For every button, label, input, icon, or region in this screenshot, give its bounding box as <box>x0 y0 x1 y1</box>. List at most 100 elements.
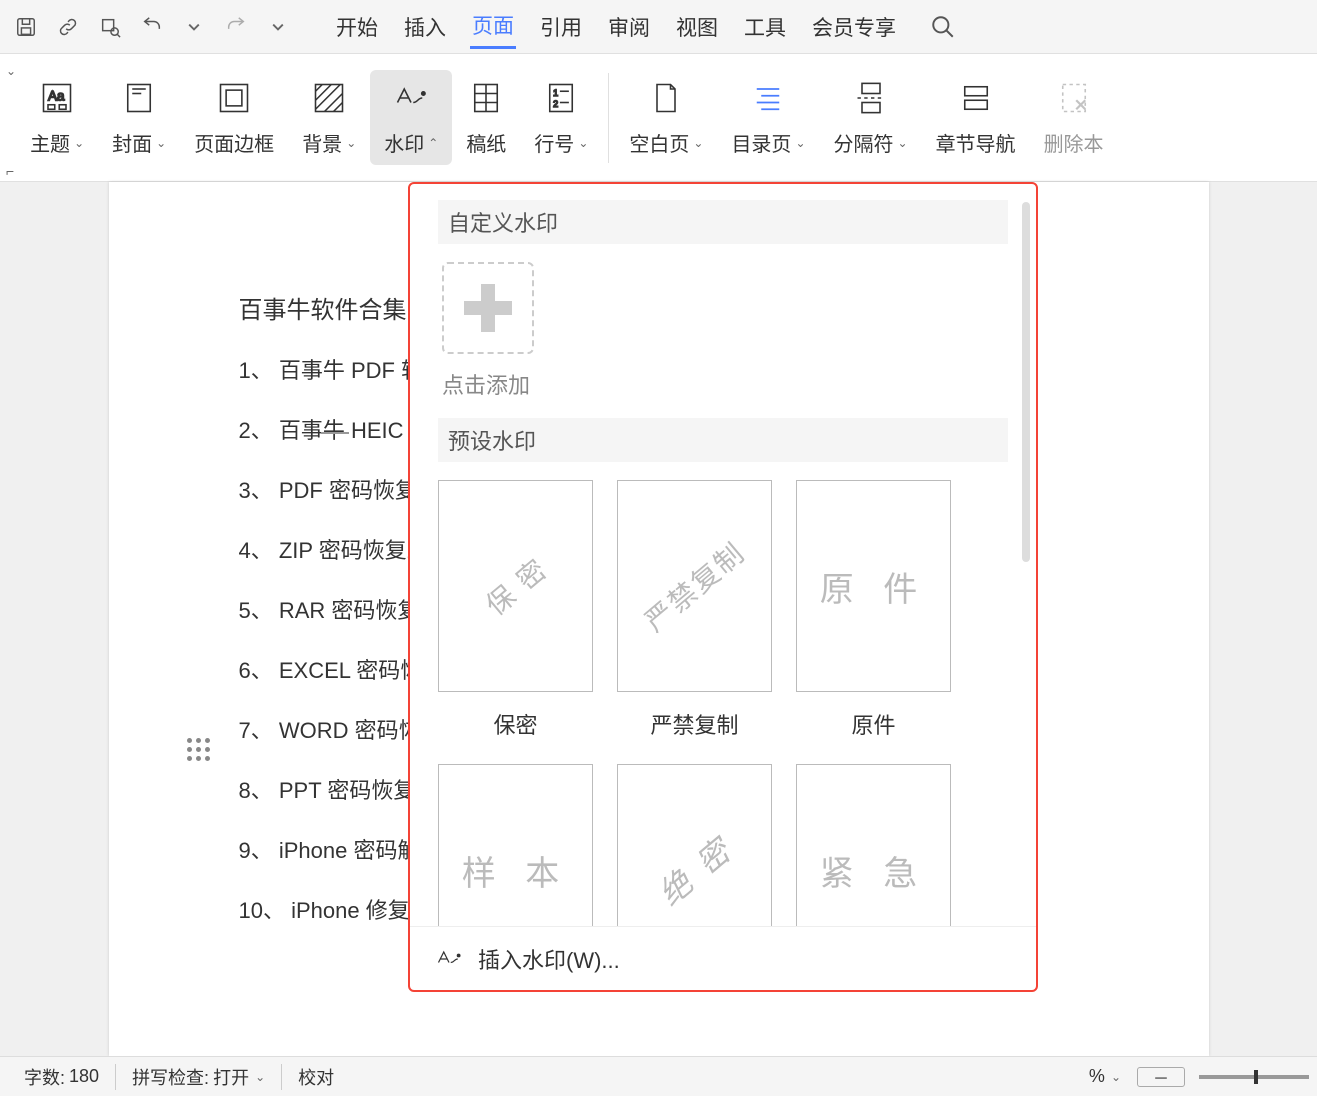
ribbon-background-label: 背景 <box>302 128 342 157</box>
svg-text:Aa: Aa <box>48 88 65 103</box>
tab-reference[interactable]: 引用 <box>538 6 584 48</box>
preset-no-copy[interactable]: 严禁复制 严禁复制 <box>617 480 772 740</box>
ribbon-grid-paper[interactable]: 稿纸 <box>452 70 520 165</box>
ribbon-delete[interactable]: 删除本 <box>1030 70 1118 165</box>
ribbon-linenumber-label: 行号 <box>534 128 574 157</box>
insert-watermark-button[interactable]: 插入水印(W)... <box>410 926 1036 990</box>
word-count-value: 180 <box>69 1066 99 1087</box>
zoom-slider[interactable] <box>1199 1075 1309 1079</box>
quick-access-toolbar <box>14 15 290 39</box>
spell-state: 打开 <box>213 1064 249 1090</box>
preset-thumb: 严禁复制 <box>617 480 772 692</box>
undo-icon[interactable] <box>140 15 164 39</box>
zoom-controls: － <box>1137 1067 1309 1087</box>
chevron-down-icon: ⌄ <box>346 136 356 150</box>
ribbon: ⌄ ⌐ Aa 主题⌄ 封面⌄ 页面边框 背景⌄ 水印⌃ 稿纸 12 行号⌄ 空白… <box>0 54 1317 182</box>
preset-section-title: 预设水印 <box>438 418 1008 462</box>
theme-icon: Aa <box>37 78 77 118</box>
search-button[interactable] <box>930 14 956 40</box>
plus-icon <box>464 284 512 332</box>
blank-page-icon <box>646 78 686 118</box>
ribbon-border-label: 页面边框 <box>194 128 274 157</box>
save-icon[interactable] <box>14 15 38 39</box>
separator-icon <box>851 78 891 118</box>
add-watermark-label: 点击添加 <box>442 368 530 400</box>
tab-member[interactable]: 会员专享 <box>810 6 898 48</box>
preset-label: 原件 <box>851 708 895 740</box>
menu-tabs: 开始 插入 页面 引用 审阅 视图 工具 会员专享 <box>334 4 898 49</box>
chevron-down-icon: ⌄ <box>693 136 703 150</box>
preset-label: 保密 <box>493 708 537 740</box>
chevron-down-icon[interactable]: ⌄ <box>6 64 16 78</box>
insert-watermark-label: 插入水印(W)... <box>478 943 620 975</box>
tab-page[interactable]: 页面 <box>470 4 516 49</box>
statusbar: 字数: 180 拼写检查: 打开 ⌄ 校对 % ⌄ － <box>0 1056 1317 1096</box>
chevron-down-icon: ⌄ <box>898 136 908 150</box>
tab-review[interactable]: 审阅 <box>606 6 652 48</box>
status-word-count[interactable]: 字数: 180 <box>8 1064 115 1090</box>
preset-urgent[interactable]: 紧 急 <box>796 764 951 926</box>
line-number-icon: 12 <box>541 78 581 118</box>
separator <box>608 73 609 163</box>
scrollbar[interactable] <box>1022 202 1030 562</box>
border-icon <box>214 78 254 118</box>
ribbon-chapternav-label: 章节导航 <box>936 128 1016 157</box>
chevron-up-icon: ⌃ <box>428 136 438 150</box>
ribbon-toc-label: 目录页 <box>731 128 791 157</box>
proof-label: 校对 <box>298 1064 334 1090</box>
search-icon <box>930 14 956 40</box>
svg-text:1: 1 <box>553 88 558 98</box>
chevron-down-icon[interactable] <box>182 15 206 39</box>
cursor-mark <box>321 432 349 434</box>
chevron-down-icon: ⌄ <box>74 136 84 150</box>
preset-confidential[interactable]: 保 密 保密 <box>438 480 593 740</box>
tab-view[interactable]: 视图 <box>674 6 720 48</box>
chevron-down-icon[interactable] <box>266 15 290 39</box>
tab-insert[interactable]: 插入 <box>402 6 448 48</box>
ribbon-gridpaper-label: 稿纸 <box>466 128 506 157</box>
preset-thumb: 绝 密 <box>617 764 772 926</box>
preset-label: 严禁复制 <box>650 708 738 740</box>
delete-page-icon <box>1054 78 1094 118</box>
ribbon-background[interactable]: 背景 ⌄ <box>288 70 370 165</box>
grid-paper-icon <box>466 78 506 118</box>
chevron-down-icon[interactable]: ⌄ <box>1111 1070 1121 1084</box>
zoom-out-button[interactable]: － <box>1137 1067 1185 1087</box>
preset-thumb: 原 件 <box>796 480 951 692</box>
redo-icon[interactable] <box>224 15 248 39</box>
status-proof[interactable]: 校对 <box>281 1064 350 1090</box>
tab-start[interactable]: 开始 <box>334 6 380 48</box>
svg-text:2: 2 <box>553 99 558 109</box>
ribbon-theme[interactable]: Aa 主题⌄ <box>16 70 98 165</box>
ribbon-chapter-nav[interactable]: 章节导航 <box>922 70 1030 165</box>
print-preview-icon[interactable] <box>98 15 122 39</box>
preset-thumb: 紧 急 <box>796 764 951 926</box>
drag-handle-icon[interactable] <box>187 738 210 761</box>
ribbon-line-number[interactable]: 12 行号 ⌄ <box>520 70 602 165</box>
add-watermark-tile[interactable] <box>442 262 534 354</box>
preset-original[interactable]: 原 件 原件 <box>796 480 951 740</box>
ribbon-blank-page[interactable]: 空白页⌄ <box>615 70 717 165</box>
chapter-nav-icon <box>956 78 996 118</box>
preset-sample[interactable]: 样 本 <box>438 764 593 926</box>
link-icon[interactable] <box>56 15 80 39</box>
ribbon-watermark[interactable]: 水印 ⌃ <box>370 70 452 165</box>
chevron-down-icon: ⌄ <box>578 136 588 150</box>
zoom-suffix: % <box>1089 1066 1105 1087</box>
add-watermark-block: 点击添加 <box>442 262 1008 400</box>
ribbon-page-border[interactable]: 页面边框 <box>180 70 288 165</box>
preset-top-secret[interactable]: 绝 密 <box>617 764 772 926</box>
ribbon-toc-page[interactable]: 目录页 ⌄ <box>717 70 819 165</box>
ribbon-separator-label: 分隔符 <box>834 128 894 157</box>
chevron-down-icon: ⌄ <box>255 1070 265 1084</box>
ribbon-cover-label: 封面 <box>112 128 152 157</box>
cover-icon <box>119 78 159 118</box>
chevron-down-icon: ⌄ <box>795 136 805 150</box>
status-zoom: % ⌄ <box>1073 1066 1137 1087</box>
status-spellcheck[interactable]: 拼写检查: 打开 ⌄ <box>115 1064 281 1090</box>
ribbon-watermark-label: 水印 <box>384 128 424 157</box>
ribbon-cover[interactable]: 封面⌄ <box>98 70 180 165</box>
expand-icon[interactable]: ⌐ <box>6 163 16 179</box>
tab-tools[interactable]: 工具 <box>742 6 788 48</box>
ribbon-separator[interactable]: 分隔符 ⌄ <box>820 70 922 165</box>
